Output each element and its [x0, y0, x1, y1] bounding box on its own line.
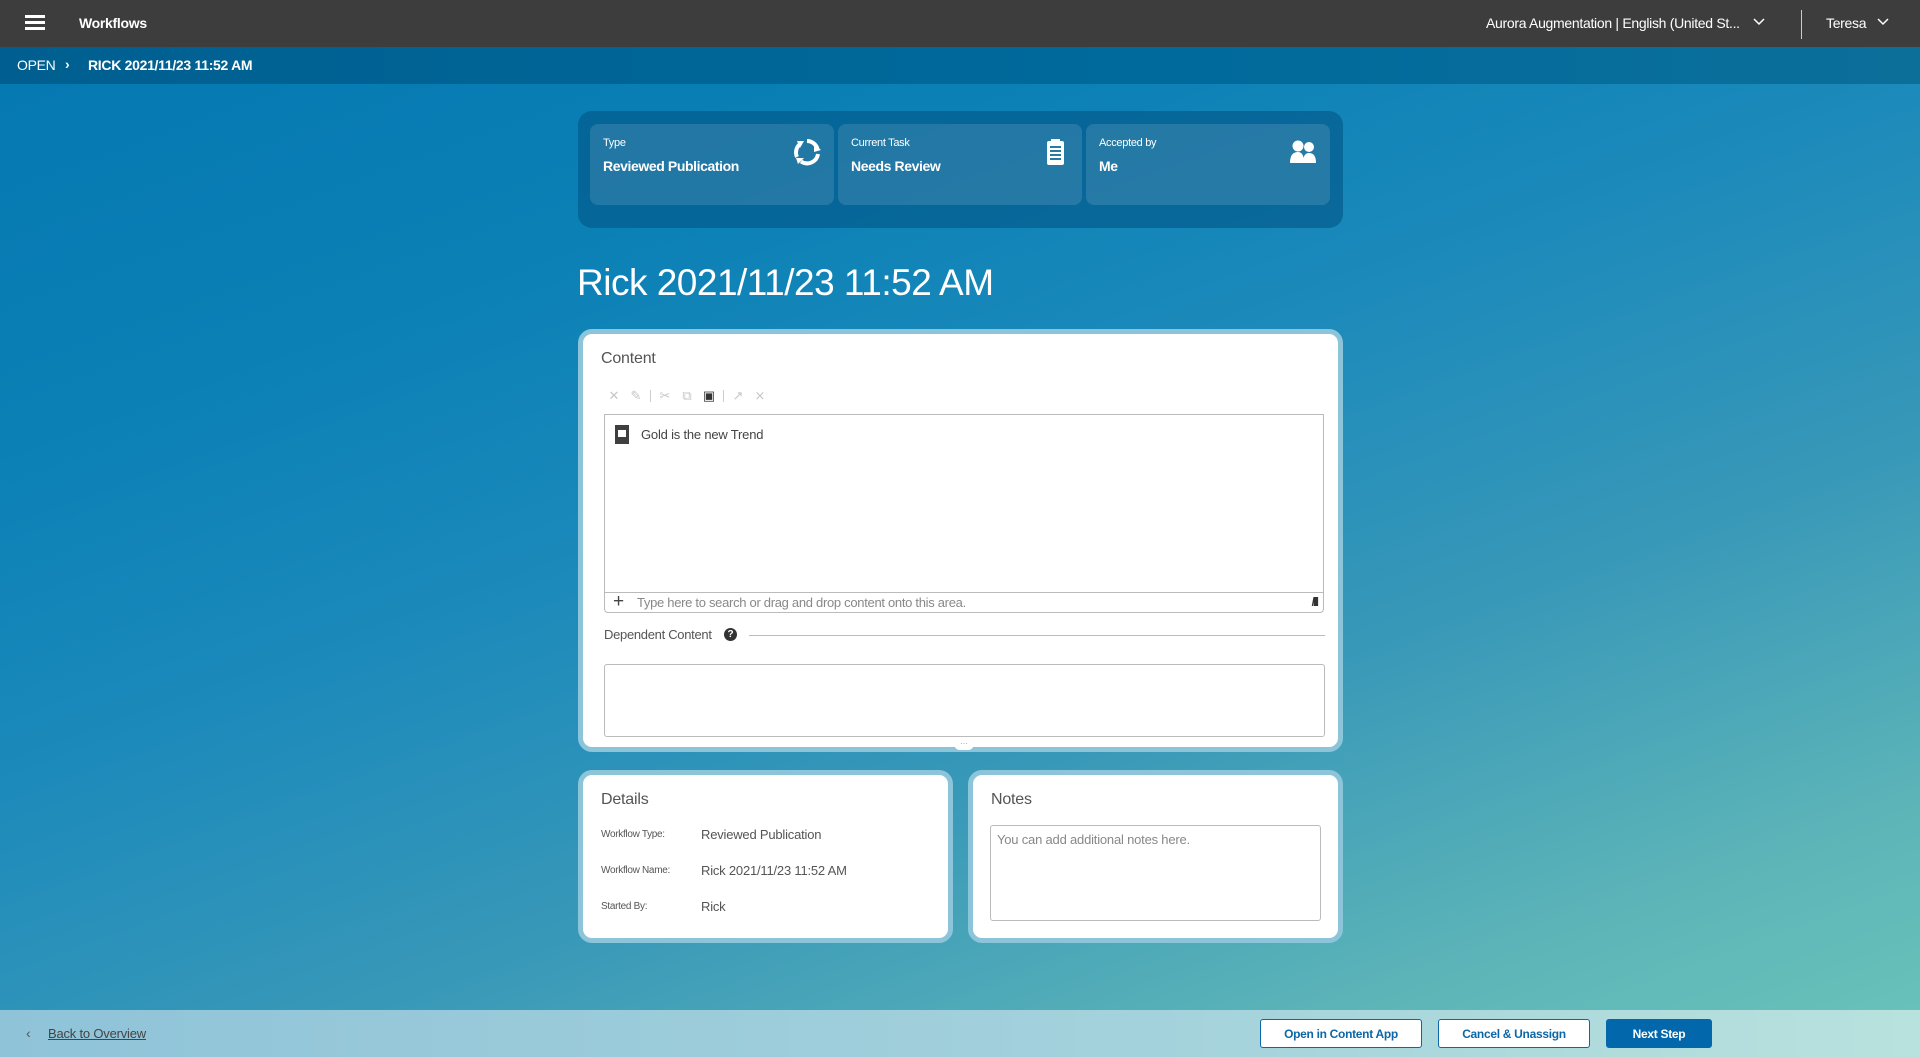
detail-row: Started By: Rick	[601, 899, 726, 914]
top-bar: Workflows Aurora Augmentation | English …	[0, 0, 1920, 47]
details-panel-title: Details	[601, 791, 649, 808]
toolbar-separator	[650, 390, 651, 402]
detail-value: Rick 2021/11/23 11:52 AM	[701, 863, 847, 878]
list-item-title: Gold is the new Trend	[641, 427, 764, 442]
card-label: Current Task	[851, 137, 910, 149]
summary-card-current-task: Current Task Needs Review	[838, 124, 1082, 205]
list-item[interactable]: Gold is the new Trend	[615, 425, 763, 444]
menu-icon[interactable]	[25, 15, 45, 31]
back-to-overview-link[interactable]: Back to Overview	[48, 1026, 146, 1041]
notes-textarea[interactable]	[990, 825, 1321, 921]
clear-icon[interactable]: ⨯	[752, 388, 768, 404]
card-label: Accepted by	[1099, 137, 1157, 149]
detail-key: Workflow Type:	[601, 829, 665, 840]
add-icon[interactable]: +	[613, 591, 624, 613]
content-list[interactable]: Gold is the new Trend	[604, 414, 1324, 592]
edit-icon[interactable]: ✎	[628, 388, 644, 404]
dependent-content-label: Dependent Content	[604, 627, 712, 642]
open-icon[interactable]: ↗	[730, 388, 746, 404]
detail-row: Workflow Type: Reviewed Publication	[601, 827, 821, 842]
content-panel: Content ✕ ✎ ✂ ⧉ ▣ ↗ ⨯ Gold is the new Tr…	[578, 329, 1343, 752]
copy-icon[interactable]: ⧉	[679, 388, 695, 404]
card-value: Reviewed Publication	[603, 158, 739, 174]
breadcrumb: OPEN › RICK 2021/11/23 11:52 AM	[0, 47, 1920, 84]
users-icon	[1290, 140, 1316, 163]
summary-card-type: Type Reviewed Publication	[590, 124, 834, 205]
breadcrumb-current: RICK 2021/11/23 11:52 AM	[88, 57, 253, 73]
cancel-unassign-button[interactable]: Cancel & Unassign	[1438, 1019, 1590, 1048]
help-icon[interactable]: ?	[724, 628, 737, 641]
divider	[1801, 10, 1802, 39]
content-search-input[interactable]	[637, 594, 1277, 611]
notes-panel: Notes	[968, 770, 1343, 943]
breadcrumb-root[interactable]: OPEN	[17, 57, 56, 73]
clipboard-icon	[1047, 139, 1064, 165]
notes-panel-title: Notes	[991, 791, 1032, 808]
content-panel-title: Content	[601, 350, 656, 367]
dependent-content-list	[604, 664, 1325, 737]
divider	[749, 635, 1325, 636]
content-search-row: + /lll	[604, 591, 1324, 613]
next-step-button[interactable]: Next Step	[1606, 1019, 1712, 1048]
content-toolbar: ✕ ✎ ✂ ⧉ ▣ ↗ ⨯	[606, 388, 768, 404]
card-label: Type	[603, 137, 626, 149]
refresh-icon	[794, 139, 821, 166]
toolbar-separator	[723, 390, 724, 402]
chevron-left-icon[interactable]: ‹	[26, 1025, 31, 1041]
resize-handle[interactable]: ···	[954, 740, 974, 750]
paste-icon[interactable]: ▣	[701, 388, 717, 404]
detail-key: Workflow Name:	[601, 865, 670, 876]
details-panel: Details Workflow Type: Reviewed Publicat…	[578, 770, 953, 943]
footer-bar: ‹ Back to Overview Open in Content App C…	[0, 1010, 1920, 1057]
card-value: Me	[1099, 158, 1118, 174]
detail-value: Reviewed Publication	[701, 827, 822, 842]
chevron-down-icon[interactable]	[1752, 14, 1766, 33]
chevron-right-icon: ›	[65, 56, 70, 72]
article-icon	[615, 425, 629, 444]
cut-icon[interactable]: ✂	[657, 388, 673, 404]
detail-key: Started By:	[601, 901, 648, 912]
detail-row: Workflow Name: Rick 2021/11/23 11:52 AM	[601, 863, 847, 878]
summary-card-accepted-by: Accepted by Me	[1086, 124, 1330, 205]
card-value: Needs Review	[851, 158, 941, 174]
library-icon[interactable]: /lll	[1312, 595, 1319, 609]
app-title: Workflows	[79, 15, 147, 31]
remove-icon[interactable]: ✕	[606, 388, 622, 404]
page-title: Rick 2021/11/23 11:52 AM	[577, 262, 994, 303]
user-menu[interactable]: Teresa	[1826, 15, 1867, 31]
open-in-content-app-button[interactable]: Open in Content App	[1260, 1019, 1422, 1048]
detail-value: Rick	[701, 899, 726, 914]
tenant-selector[interactable]: Aurora Augmentation | English (United St…	[1486, 15, 1740, 31]
workflow-summary: Type Reviewed Publication Current Task N…	[578, 111, 1343, 228]
chevron-down-icon[interactable]	[1876, 14, 1890, 33]
